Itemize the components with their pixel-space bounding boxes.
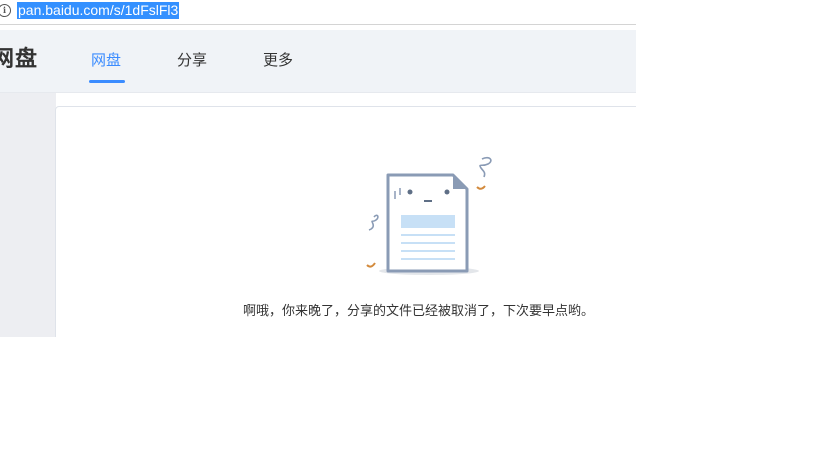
- browser-viewport: i pan.baidu.com/s/1dFslFl3 网盘 网盘 分享 更多 啊…: [0, 0, 636, 337]
- tab-share[interactable]: 分享: [177, 49, 207, 71]
- active-tab-indicator: [89, 80, 125, 83]
- tab-netdisk[interactable]: 网盘: [91, 49, 121, 71]
- logo-text[interactable]: 网盘: [0, 45, 38, 75]
- share-cancelled-message: 啊哦，你来晚了，分享的文件已经被取消了，下次要早点哟。: [243, 304, 595, 319]
- tab-more[interactable]: 更多: [263, 49, 293, 71]
- sad-document-icon: [366, 156, 492, 275]
- site-header: 网盘 网盘 分享 更多: [0, 30, 636, 93]
- url-text[interactable]: pan.baidu.com/s/1dFslFl3: [17, 2, 180, 19]
- left-sidebar: [0, 93, 56, 337]
- address-bar[interactable]: i pan.baidu.com/s/1dFslFl3: [0, 0, 636, 25]
- info-icon[interactable]: i: [0, 4, 11, 17]
